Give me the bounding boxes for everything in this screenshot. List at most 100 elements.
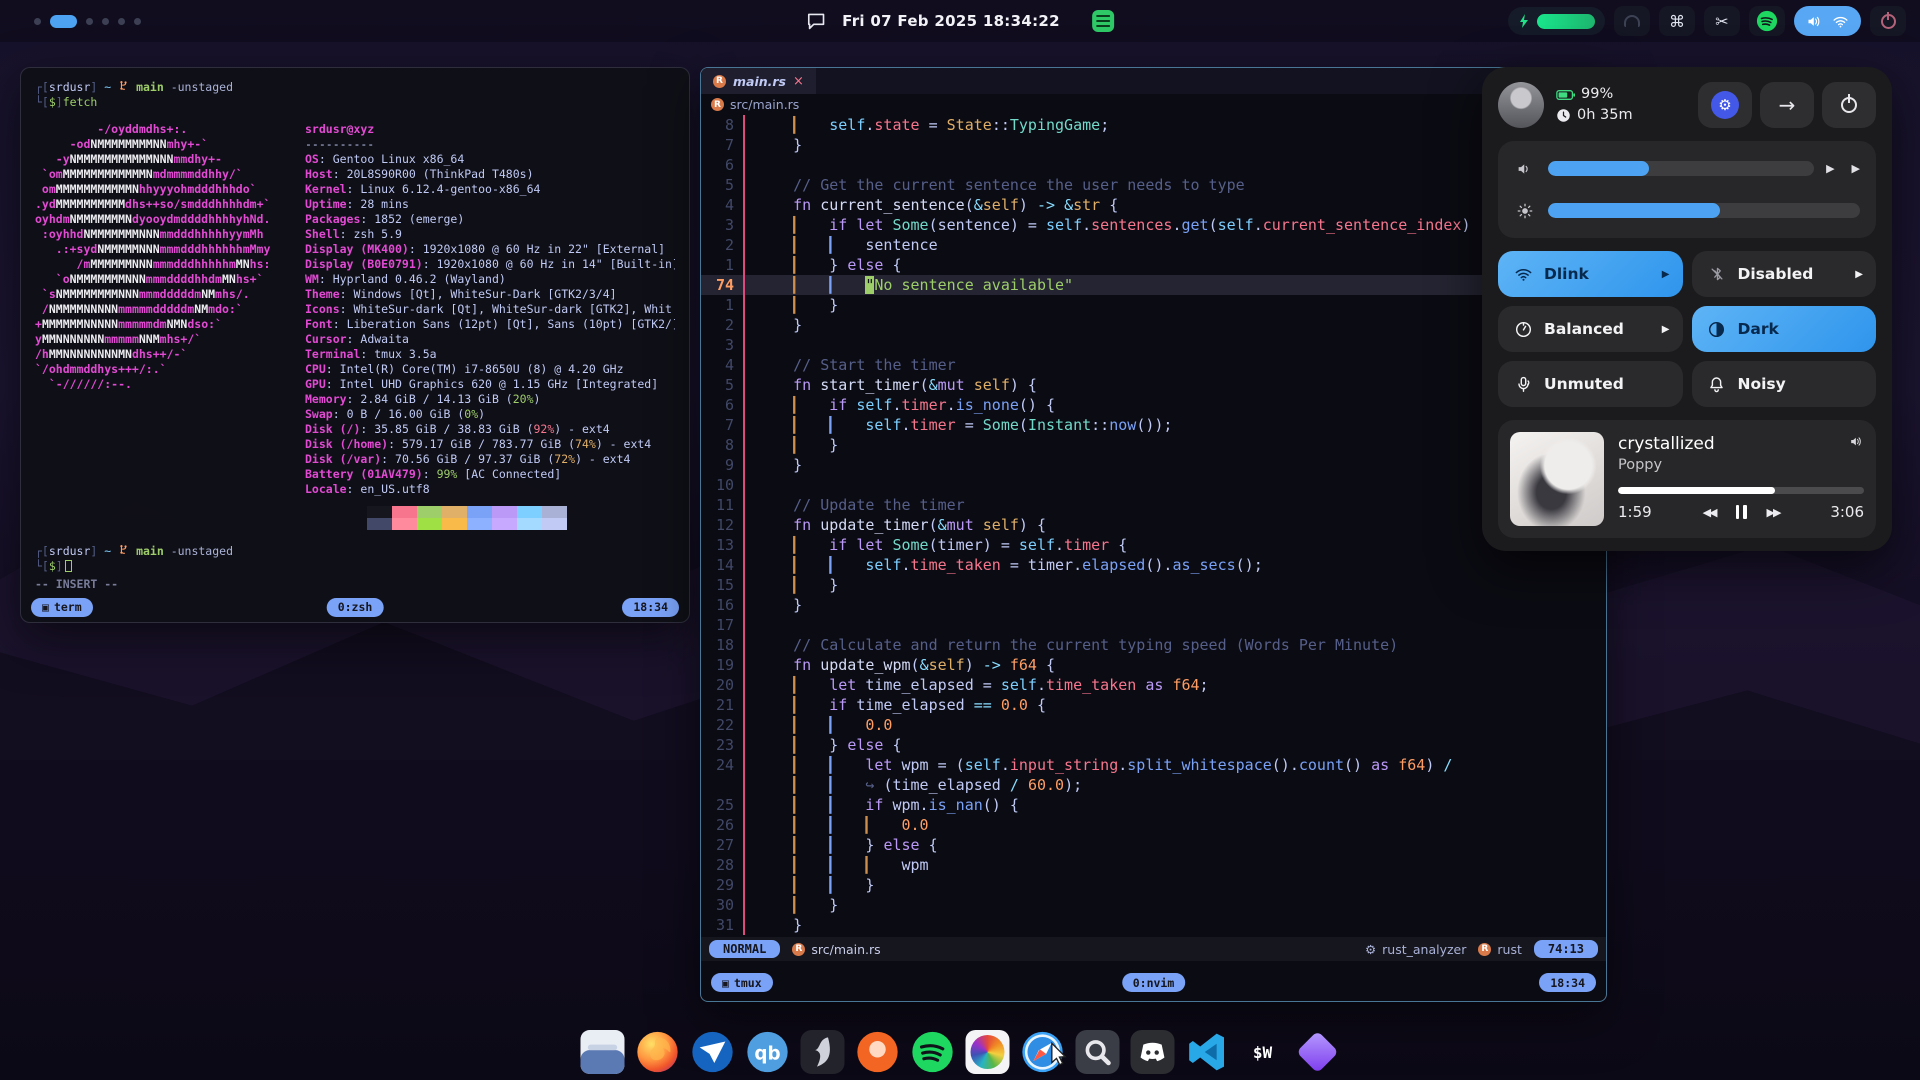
code-line: 9 }: [701, 455, 1606, 475]
player-output-icon[interactable]: [1849, 434, 1864, 453]
contrast-icon: [1706, 320, 1728, 339]
tab-main-rs[interactable]: R main.rs ×: [701, 68, 816, 94]
palette-swatch: [367, 518, 392, 530]
toggle-dark[interactable]: Dark: [1692, 306, 1877, 352]
toggle-balanced[interactable]: Balanced▶: [1498, 306, 1683, 352]
code-text: ▎ }: [745, 575, 838, 595]
settings-button[interactable]: ⚙: [1698, 82, 1752, 128]
volume-network-pill[interactable]: [1794, 6, 1861, 36]
workspace-6[interactable]: [134, 18, 141, 25]
toggle-unmuted[interactable]: Unmuted: [1498, 361, 1683, 407]
code-text: fn current_sentence(&self) -> &str {: [745, 195, 1118, 215]
line-number: 20: [701, 675, 745, 695]
code-line: 26 ▎ ▎ ▎ 0.0: [701, 815, 1606, 835]
workspace-2[interactable]: [50, 15, 77, 28]
code-text: ▎ if time_elapsed == 0.0 {: [745, 695, 1046, 715]
dock-item-obsidian[interactable]: [1295, 1029, 1341, 1075]
editor-window[interactable]: R main.rs × R src/main.rs 8 ▎ self.state…: [700, 67, 1607, 1002]
close-tab-icon[interactable]: ×: [793, 74, 804, 89]
sun-icon: [1514, 202, 1536, 220]
line-number: 1: [701, 295, 745, 315]
bell-icon: [1706, 375, 1728, 394]
code-line: 3: [701, 335, 1606, 355]
workspace-3[interactable]: [86, 18, 93, 25]
dock-item-vscode[interactable]: [1185, 1029, 1231, 1075]
code-line: 31 }: [701, 915, 1606, 935]
dock-item-shell-app[interactable]: [800, 1029, 846, 1075]
tmux-session-pill[interactable]: ▣tmux: [711, 973, 773, 992]
code-area[interactable]: 8 ▎ self.state = State::TypingGame;7 }65…: [701, 115, 1606, 935]
toggle-label: Noisy: [1738, 375, 1786, 393]
chevron-right-icon[interactable]: ▶: [1662, 269, 1670, 280]
toggle-disabled[interactable]: Disabled▶: [1692, 251, 1877, 297]
toggle-dlink[interactable]: Dlink ▶: [1498, 251, 1683, 297]
command-icon[interactable]: ⌘: [1659, 6, 1695, 36]
chevron-right-icon[interactable]: ▶: [1662, 324, 1670, 335]
toggle-label: Dlink: [1544, 265, 1589, 283]
avatar[interactable]: [1498, 82, 1544, 128]
workspace-1[interactable]: [34, 18, 41, 25]
pause-icon[interactable]: [1736, 505, 1747, 519]
tray-icon[interactable]: [1614, 6, 1650, 36]
code-line: 25 ▎ ▎ if wpm.is_nan() {: [701, 795, 1606, 815]
power-icon[interactable]: [1870, 6, 1906, 36]
slider-brightness[interactable]: [1514, 198, 1860, 223]
line-number: 31: [701, 915, 745, 935]
clock[interactable]: Fri 07 Feb 2025 18:34:22: [842, 12, 1060, 30]
dock-item-zen-browser[interactable]: [855, 1029, 901, 1075]
workspace-4[interactable]: [102, 18, 109, 25]
code-text: ▎ self.state = State::TypingGame;: [745, 115, 1109, 135]
line-number: 29: [701, 875, 745, 895]
slider-track-volume[interactable]: [1548, 161, 1814, 176]
dock-item-files[interactable]: [580, 1029, 626, 1075]
screenshot-icon[interactable]: ✂: [1704, 6, 1740, 36]
code-text: ▎ ▎ self.time_taken = timer.elapsed().as…: [745, 555, 1263, 575]
battery-indicator[interactable]: [1508, 7, 1605, 35]
dock-item-qbittorrent[interactable]: qb: [745, 1029, 791, 1075]
workspace-5[interactable]: [118, 18, 125, 25]
slider-volume[interactable]: ▶▶: [1514, 156, 1860, 181]
code-text: ▎ let time_elapsed = self.time_taken as …: [745, 675, 1209, 695]
code-line: 8 ▎ }: [701, 435, 1606, 455]
line-number: 30: [701, 895, 745, 915]
git-branch-icon: [118, 544, 129, 555]
line-number: 28: [701, 855, 745, 875]
tmux-window-pill[interactable]: 0:nvim: [1122, 973, 1186, 992]
logout-button[interactable]: →: [1760, 82, 1814, 128]
tmux-session-pill[interactable]: ▣term: [31, 598, 93, 617]
uptime-value: 0h 35m: [1577, 105, 1633, 126]
dock-item-wezterm[interactable]: $W: [1240, 1029, 1286, 1075]
fetch-entry: CPU: Intel(R) Core(TM) i7-8650U (8) @ 4.…: [305, 362, 675, 377]
terminal-window[interactable]: ┌[srdusr] ~ main -unstaged └[$]fetch -/o…: [20, 67, 690, 623]
svg-text:qb: qb: [754, 1043, 780, 1064]
spotify-tray-icon[interactable]: [1749, 6, 1785, 36]
prompt-line-2[interactable]: └[$]: [35, 559, 675, 574]
play-chevron-icon[interactable]: ▶: [1826, 162, 1834, 175]
fetch-ascii-art: -/oyddmdhs+:. -odNMMMMMMMMNNmhy+-` -yNMM…: [35, 122, 291, 497]
line-number: 21: [701, 695, 745, 715]
line-number: 22: [701, 715, 745, 735]
code-text: // Get the current sentence the user nee…: [745, 175, 1245, 195]
rust-icon: R: [792, 943, 805, 956]
next-track-icon[interactable]: ▶▶: [1767, 506, 1780, 519]
dock-item-photos[interactable]: [965, 1029, 1011, 1075]
tmux-window-pill[interactable]: 0:zsh: [327, 598, 384, 617]
speaker-icon: [1849, 434, 1864, 449]
dock-item-loupe[interactable]: [1075, 1029, 1121, 1075]
dock-item-spotify[interactable]: [910, 1029, 956, 1075]
power-button[interactable]: [1822, 82, 1876, 128]
previous-track-icon[interactable]: ◀◀: [1703, 506, 1716, 519]
slider-track-brightness[interactable]: [1548, 203, 1860, 218]
toggle-noisy[interactable]: Noisy: [1692, 361, 1877, 407]
dock-item-firefox[interactable]: [635, 1029, 681, 1075]
dock-item-thunderbird[interactable]: [690, 1029, 736, 1075]
dock-item-discord[interactable]: [1130, 1029, 1176, 1075]
chevron-right-icon[interactable]: ▶: [1855, 269, 1863, 280]
chat-bubble-icon[interactable]: [806, 12, 826, 30]
bluetooth-off-icon: [1706, 265, 1728, 283]
player-progress-track[interactable]: [1618, 487, 1864, 494]
album-art[interactable]: [1510, 432, 1604, 526]
music-tray-icon[interactable]: [1092, 10, 1114, 32]
line-number: 6: [701, 395, 745, 415]
play-chevron-icon[interactable]: ▶: [1852, 162, 1860, 175]
